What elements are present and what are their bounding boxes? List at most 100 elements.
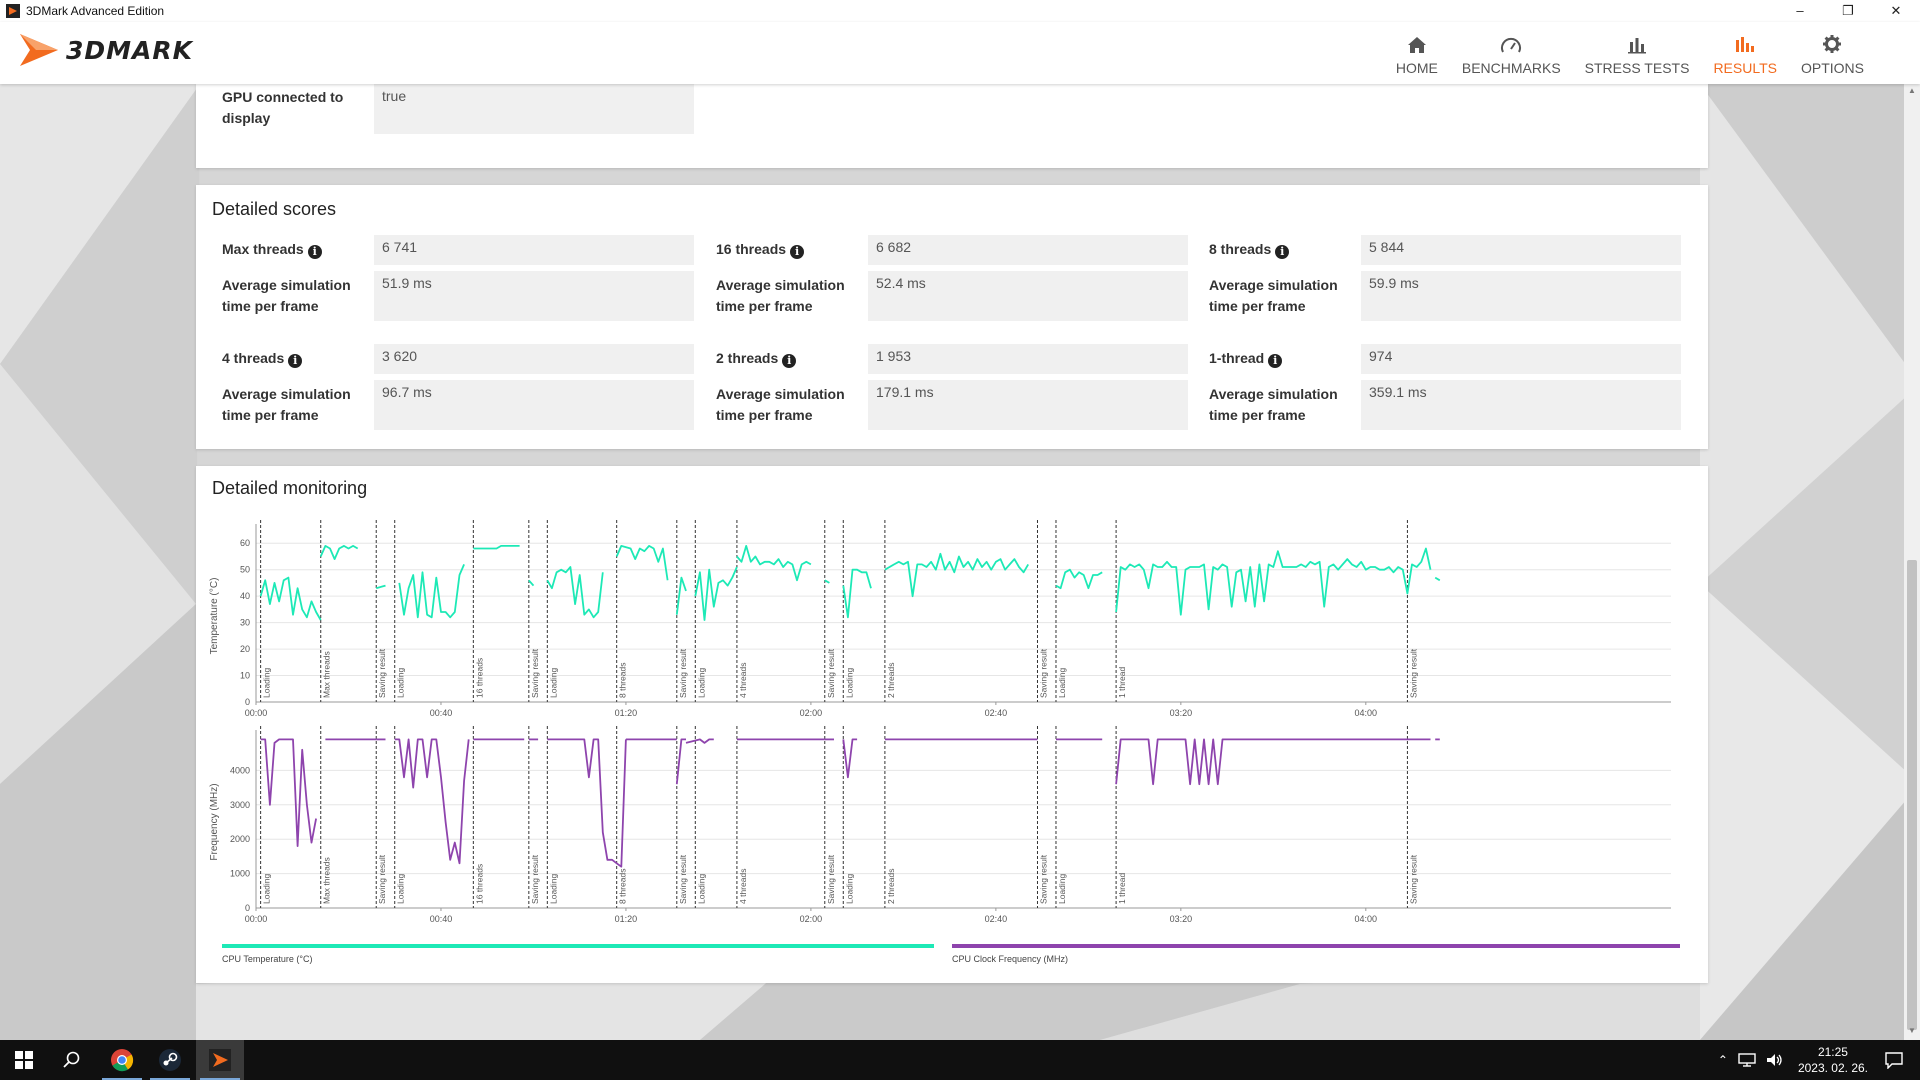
search-icon[interactable] <box>48 1040 96 1080</box>
gpu-connected-label: GPU connected to display <box>222 89 344 126</box>
score-label-max-threads: Max threads i <box>222 239 322 260</box>
logo-icon <box>20 34 58 66</box>
y-tick-label: 10 <box>240 671 250 681</box>
series-line <box>546 566 604 619</box>
avg-value-1-thread: 359.1 ms <box>1361 380 1681 430</box>
results-icon <box>1734 28 1756 54</box>
score-value-4-threads: 3 620 <box>374 344 694 374</box>
gpu-connected-value: true <box>374 84 694 134</box>
series-line <box>685 738 714 744</box>
phase-marker-label: 8 threads <box>618 869 628 904</box>
phase-marker-label: Loading <box>1057 667 1067 698</box>
scroll-up-arrow[interactable]: ▲ <box>1904 84 1920 98</box>
restore-button[interactable]: ❐ <box>1824 0 1872 22</box>
phase-marker-label: 4 threads <box>738 663 748 698</box>
nav-stress-tests-label: STRESS TESTS <box>1584 60 1690 76</box>
nav-stress-tests[interactable]: STRESS TESTS <box>1573 28 1702 76</box>
notification-icon[interactable] <box>1884 1051 1904 1069</box>
info-icon[interactable]: i <box>288 354 303 368</box>
chrome-icon[interactable] <box>98 1040 146 1080</box>
nav-home[interactable]: HOME <box>1384 28 1450 76</box>
info-icon[interactable]: i <box>1268 354 1283 368</box>
series-line <box>528 579 535 587</box>
phase-marker-label: Loading <box>262 667 272 698</box>
score-label-8-threads: 8 threads i <box>1209 239 1290 260</box>
series-line <box>884 552 1029 598</box>
phase-marker-label: Saving result <box>826 854 836 904</box>
phase-marker-label: 2 threads <box>886 663 896 698</box>
series-line <box>1115 738 1431 786</box>
logo: 3DMARK <box>18 30 193 70</box>
minimize-button[interactable]: – <box>1776 0 1824 22</box>
x-tick-label: 02:00 <box>800 708 823 718</box>
series-line <box>398 564 465 619</box>
series-line <box>259 576 322 621</box>
scrollbar-thumb[interactable] <box>1907 560 1917 1030</box>
y-tick-label: 2000 <box>230 834 250 844</box>
bars-icon <box>1627 28 1647 54</box>
info-icon[interactable]: i <box>790 245 805 259</box>
taskbar: ⌃ 21:25 2023. 02. 26. <box>0 1040 1920 1080</box>
gear-icon <box>1822 28 1842 54</box>
y-tick-label: 50 <box>240 565 250 575</box>
phase-marker-label: 2 threads <box>886 869 896 904</box>
series-line <box>1115 547 1432 616</box>
info-icon[interactable]: i <box>1275 245 1290 259</box>
score-value-2-threads: 1 953 <box>868 344 1188 374</box>
x-tick-label: 00:00 <box>245 914 268 924</box>
y-tick-label: 1000 <box>230 869 250 879</box>
phase-marker-label: Saving result <box>678 854 688 904</box>
clock-time: 21:25 <box>1817 1045 1848 1059</box>
logo-text: 3DMARK <box>66 35 193 65</box>
y-tick-label: 3000 <box>230 800 250 810</box>
phase-marker-label: Loading <box>696 667 706 698</box>
x-tick-label: 02:00 <box>800 914 823 924</box>
window-titlebar: 3DMark Advanced Edition – ❐ ✕ <box>0 0 1920 22</box>
phase-marker-label: Saving result <box>1038 854 1048 904</box>
network-icon[interactable] <box>1738 1053 1756 1067</box>
nav-results[interactable]: RESULTS <box>1701 28 1789 76</box>
series-line <box>260 738 317 848</box>
nav-home-label: HOME <box>1395 60 1438 76</box>
avg-label-4-threads: Average simulation time per frame <box>222 386 351 423</box>
gauge-icon <box>1500 28 1522 54</box>
scroll-down-arrow[interactable]: ▼ <box>1904 1024 1920 1038</box>
series-line <box>1434 576 1441 582</box>
phase-marker-label: Loading <box>1057 873 1067 904</box>
nav-options-label: OPTIONS <box>1800 60 1864 76</box>
clock[interactable]: 21:25 2023. 02. 26. <box>1798 1044 1868 1076</box>
info-icon[interactable]: i <box>782 354 797 368</box>
series-line <box>319 545 359 560</box>
x-tick-label: 01:20 <box>615 914 638 924</box>
system-info-card: GPU connected to display true <box>196 84 1708 168</box>
chevron-up-icon[interactable]: ⌃ <box>1718 1053 1728 1067</box>
legend-label: CPU Clock Frequency (MHz) <box>952 954 1068 964</box>
legend-label: CPU Temperature (°C) <box>222 954 312 964</box>
x-tick-label: 02:40 <box>985 914 1008 924</box>
nav-options[interactable]: OPTIONS <box>1789 28 1876 76</box>
avg-label-8-threads: Average simulation time per frame <box>1209 277 1338 314</box>
start-button[interactable] <box>0 1040 48 1080</box>
3dmark-taskbar-icon[interactable] <box>196 1040 244 1080</box>
app-icon <box>6 4 20 18</box>
info-icon[interactable]: i <box>307 245 322 259</box>
phase-marker-label: Saving result <box>530 854 540 904</box>
volume-icon[interactable] <box>1766 1053 1784 1067</box>
steam-icon[interactable] <box>146 1040 194 1080</box>
phase-marker-label: Saving result <box>377 648 387 698</box>
phase-marker-label: Loading <box>396 667 406 698</box>
legend-swatch <box>952 944 1680 948</box>
nav-benchmarks[interactable]: BENCHMARKS <box>1450 28 1573 76</box>
x-tick-label: 04:00 <box>1355 914 1378 924</box>
series-line <box>736 545 812 582</box>
phase-marker-label: Saving result <box>678 648 688 698</box>
legend-swatch <box>222 944 934 948</box>
close-button[interactable]: ✕ <box>1872 0 1920 22</box>
detailed-scores-card: Detailed scores Max threads i 6 741 Avera… <box>196 185 1708 449</box>
y-axis-label: Frequency (MHz) <box>209 783 220 860</box>
y-tick-label: 0 <box>245 903 250 913</box>
score-label-1-thread: 1-thread i <box>1209 348 1283 369</box>
avg-value-max-threads: 51.9 ms <box>374 271 694 321</box>
detailed-monitoring-card: Detailed monitoring 0 10 20 30 40 50 60 Tempera… <box>196 466 1708 983</box>
score-value-1-thread: 974 <box>1361 344 1681 374</box>
